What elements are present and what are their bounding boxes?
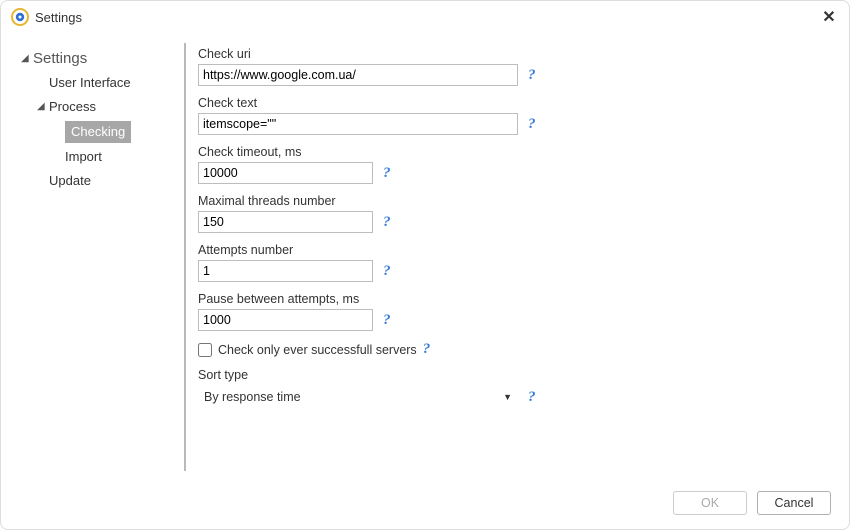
check-uri-input[interactable] [198,64,518,86]
sidebar: ◢ Settings User Interface ◢ Process Chec… [15,43,180,481]
tree-item-import[interactable]: Import [15,145,180,169]
dropdown-value: By response time [204,390,301,404]
chevron-down-icon: ▼ [503,392,512,402]
field-label: Sort type [198,368,835,382]
tree-item-update[interactable]: Update [15,169,180,193]
sort-type-dropdown[interactable]: By response time ▼ [198,385,518,409]
help-icon[interactable]: ? [423,341,431,358]
tree-item-label: User Interface [49,73,131,93]
field-pause: Pause between attempts, ms ? [198,292,835,331]
attempts-input[interactable] [198,260,373,282]
caret-down-icon: ◢ [21,49,31,69]
settings-window: Settings ✕ ◢ Settings User Interface ◢ P… [0,0,850,530]
pause-input[interactable] [198,309,373,331]
help-icon[interactable]: ? [528,116,536,133]
help-icon[interactable]: ? [528,389,536,406]
field-check-only-successful: Check only ever successfull servers ? [198,341,835,358]
check-timeout-input[interactable] [198,162,373,184]
caret-down-icon: ◢ [37,97,47,117]
field-label: Maximal threads number [198,194,835,208]
dialog-body: ◢ Settings User Interface ◢ Process Chec… [1,33,849,481]
app-icon [11,8,29,26]
checkbox-label[interactable]: Check only ever successfull servers [218,343,417,357]
field-label: Check timeout, ms [198,145,835,159]
button-label: OK [701,496,719,510]
tree-root-label: Settings [33,49,87,69]
tree-item-label: Update [49,171,91,191]
tree-item-user-interface[interactable]: User Interface [15,71,180,95]
check-text-input[interactable] [198,113,518,135]
tree-item-checking[interactable]: Checking [15,119,180,145]
max-threads-input[interactable] [198,211,373,233]
ok-button[interactable]: OK [673,491,747,515]
help-icon[interactable]: ? [383,214,391,231]
tree-item-label: Process [49,97,96,117]
close-button[interactable]: ✕ [819,7,839,27]
dialog-footer: OK Cancel [1,481,849,529]
field-label: Check text [198,96,835,110]
tree-root-settings[interactable]: ◢ Settings [15,47,180,71]
field-label: Attempts number [198,243,835,257]
settings-content: Check uri ? Check text ? Check timeout, … [198,43,835,481]
field-max-threads: Maximal threads number ? [198,194,835,233]
help-icon[interactable]: ? [383,165,391,182]
tree-item-label: Import [65,147,102,167]
field-sort-type: Sort type By response time ▼ ? [198,368,835,409]
field-attempts: Attempts number ? [198,243,835,282]
field-label: Pause between attempts, ms [198,292,835,306]
help-icon[interactable]: ? [383,312,391,329]
field-check-timeout: Check timeout, ms ? [198,145,835,184]
help-icon[interactable]: ? [528,67,536,84]
button-label: Cancel [775,496,814,510]
field-check-uri: Check uri ? [198,47,835,86]
tree-item-process[interactable]: ◢ Process [15,95,180,119]
titlebar: Settings ✕ [1,1,849,33]
tree-item-label: Checking [65,121,131,143]
vertical-divider [184,43,186,471]
field-label: Check uri [198,47,835,61]
window-title: Settings [35,10,82,25]
field-check-text: Check text ? [198,96,835,135]
help-icon[interactable]: ? [383,263,391,280]
cancel-button[interactable]: Cancel [757,491,831,515]
check-only-successful-checkbox[interactable] [198,343,212,357]
